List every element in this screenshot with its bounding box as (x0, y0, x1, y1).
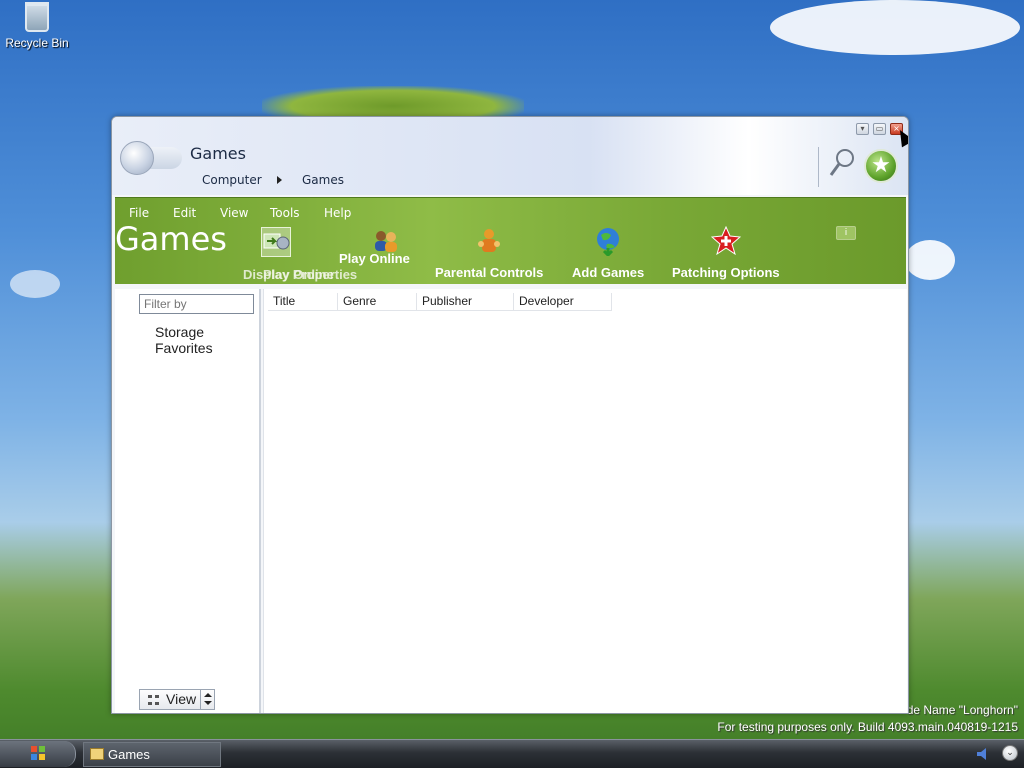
breadcrumb-arrow-icon[interactable] (277, 176, 282, 184)
toolbar-divider (818, 147, 819, 187)
task-label-play-online-ghost[interactable]: Play Online (263, 267, 334, 282)
taskbar-button-label: Games (108, 747, 150, 762)
games-window: Games Computer Games ▾ ▭ × ★ File Edit V… (111, 116, 909, 714)
view-button[interactable]: View (139, 689, 215, 710)
column-genre[interactable]: Genre (338, 293, 417, 311)
breadcrumb-computer[interactable]: Computer (202, 173, 262, 187)
task-patching-options[interactable]: Patching Options (672, 225, 780, 280)
taskbar: Games ⌄ (0, 739, 1024, 768)
filter-input[interactable] (139, 294, 254, 314)
menu-edit[interactable]: Edit (173, 206, 196, 220)
menu-file[interactable]: File (129, 206, 149, 220)
watermark-line2: For testing purposes only. Build 4093.ma… (717, 720, 1018, 734)
task-banner: File Edit View Tools Help Games Display … (115, 197, 906, 284)
windows-flag-icon (31, 746, 45, 760)
banner-collapse-button[interactable]: i (836, 226, 856, 240)
menu-help[interactable]: Help (324, 206, 351, 220)
games-folder-icon (90, 748, 104, 760)
star-favorites-icon[interactable]: ★ (864, 149, 898, 183)
games-list-pane: Title Genre Publisher Developer (263, 289, 907, 713)
task-label-patching-options: Patching Options (672, 265, 780, 280)
view-spinner-icon[interactable] (200, 690, 214, 709)
desktop-icon-recycle-bin[interactable]: Recycle Bin (4, 2, 70, 50)
title-bar: Games Computer Games ▾ ▭ × ★ (112, 117, 908, 195)
desktop-icon-label: Recycle Bin (5, 36, 69, 50)
minimize-button[interactable]: ▾ (856, 123, 869, 135)
cloud (770, 0, 1020, 55)
parental-icon (478, 229, 501, 252)
window-title: Games (190, 144, 246, 163)
watermark-line1: de Name "Longhorn" (906, 703, 1018, 717)
task-label-parental-controls: Parental Controls (435, 265, 544, 280)
tray-expand-icon[interactable]: ⌄ (1002, 745, 1018, 761)
menu-tools[interactable]: Tools (270, 206, 300, 220)
task-label-play-online-text: Play Online (339, 251, 410, 266)
column-title[interactable]: Title (268, 293, 338, 311)
patch-star-icon (710, 225, 742, 256)
breadcrumb-games[interactable]: Games (302, 173, 344, 187)
task-add-games[interactable]: Add Games (572, 226, 644, 280)
maximize-button[interactable]: ▭ (873, 123, 886, 135)
left-pane: Storage Favorites View (115, 289, 261, 713)
cloud (10, 270, 60, 298)
cloud (905, 240, 955, 280)
banner-title: Games (115, 220, 227, 258)
back-button[interactable] (120, 141, 154, 175)
search-icon[interactable] (828, 147, 856, 179)
recycle-bin-icon (25, 2, 49, 32)
storage-favorites-item[interactable]: Storage Favorites (155, 324, 259, 356)
taskbar-button-games[interactable]: Games (83, 742, 221, 767)
task-label-play-online[interactable]: Play Online (339, 251, 410, 266)
menu-view[interactable]: View (220, 206, 248, 220)
globe-icon (597, 228, 620, 258)
task-label-add-games: Add Games (572, 265, 645, 280)
display-properties-icon[interactable] (261, 227, 291, 257)
column-developer[interactable]: Developer (514, 293, 612, 311)
view-button-label: View (166, 691, 197, 707)
speaker-icon[interactable] (976, 748, 990, 760)
column-publisher[interactable]: Publisher (417, 293, 514, 311)
start-button[interactable] (0, 741, 76, 767)
view-grid-icon (148, 695, 159, 705)
task-parental-controls[interactable]: Parental Controls (435, 226, 543, 280)
